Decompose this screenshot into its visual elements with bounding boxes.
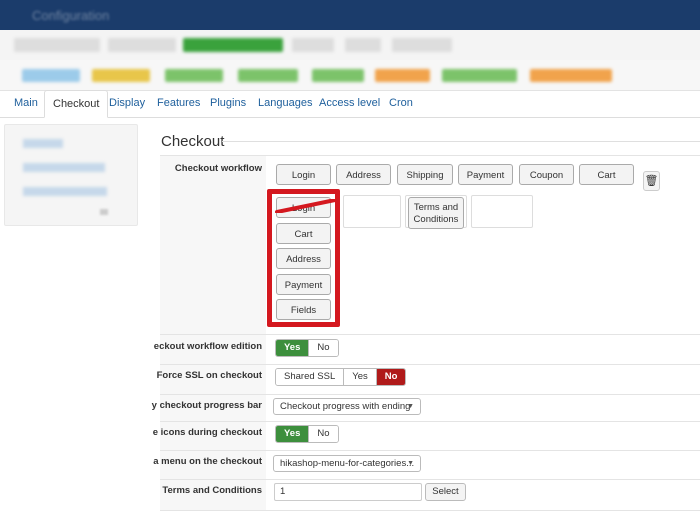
workflow-step-address[interactable]: Address bbox=[336, 164, 391, 185]
sidebar-item[interactable] bbox=[23, 163, 105, 172]
section-title: Checkout bbox=[161, 133, 225, 150]
admin-toolbar bbox=[0, 30, 700, 61]
label-checkout-workflow: Checkout workflow bbox=[174, 163, 262, 174]
quick-nav bbox=[0, 60, 700, 91]
force-ssl-yes[interactable]: Yes bbox=[343, 369, 376, 385]
terms-input[interactable]: 1 bbox=[274, 483, 422, 501]
quick-nav-item[interactable] bbox=[165, 69, 223, 82]
tab-access-level[interactable]: Access level bbox=[319, 90, 380, 116]
config-tabs: Main Checkout Display Features Plugins L… bbox=[0, 90, 700, 118]
label-menu: a menu on the checkout bbox=[153, 456, 262, 467]
workflow-step-login[interactable]: Login bbox=[276, 164, 331, 185]
icons-no[interactable]: No bbox=[308, 426, 338, 442]
strike-annotation bbox=[275, 199, 337, 213]
tab-plugins[interactable]: Plugins bbox=[210, 90, 246, 116]
row-progress-bar: y checkout progress bar bbox=[152, 395, 700, 422]
sidebar-item[interactable] bbox=[23, 187, 107, 196]
label-progress-bar: y checkout progress bar bbox=[151, 400, 262, 411]
workflow-step-coupon[interactable]: Coupon bbox=[519, 164, 574, 185]
chevron-down-icon: ▼ bbox=[407, 403, 414, 410]
workflow-step-dropzone[interactable] bbox=[471, 195, 533, 228]
tab-features[interactable]: Features bbox=[157, 90, 200, 116]
label-force-ssl: Force SSL on checkout bbox=[156, 370, 262, 381]
row-icons: e icons during checkout bbox=[153, 422, 700, 451]
row-force-ssl: Force SSL on checkout bbox=[156, 365, 700, 395]
terms-select-button[interactable]: Select bbox=[425, 483, 466, 501]
sidebar bbox=[4, 124, 138, 226]
row-workflow-edition: eckout workflow edition bbox=[154, 335, 700, 365]
toolbar-button[interactable] bbox=[392, 38, 452, 52]
tab-checkout[interactable]: Checkout bbox=[44, 90, 109, 118]
toolbar-button[interactable] bbox=[108, 38, 176, 52]
workflow-edition-no[interactable]: No bbox=[308, 340, 338, 356]
progress-bar-select-value: Checkout progress with ending bbox=[280, 401, 411, 412]
quick-nav-item[interactable] bbox=[22, 69, 80, 82]
quick-nav-item[interactable] bbox=[442, 69, 517, 82]
icons-yes[interactable]: Yes bbox=[276, 426, 309, 442]
workflow-step-dropzone[interactable] bbox=[343, 195, 401, 228]
row-menu: a menu on the checkout bbox=[153, 451, 700, 480]
label-workflow-edition: eckout workflow edition bbox=[153, 341, 262, 352]
tab-languages[interactable]: Languages bbox=[258, 90, 312, 116]
sidebar-item[interactable] bbox=[23, 139, 63, 148]
workflow-block-terms[interactable]: Terms and Conditions bbox=[408, 197, 464, 229]
force-ssl-shared[interactable]: Shared SSL bbox=[276, 369, 344, 385]
toolbar-button[interactable] bbox=[14, 38, 100, 52]
force-ssl-toggle: Shared SSL Yes No bbox=[275, 368, 407, 386]
workflow-step-shipping[interactable]: Shipping bbox=[397, 164, 453, 185]
sidebar-scroll-handle[interactable] bbox=[100, 209, 108, 215]
header-title: Configuration bbox=[32, 8, 110, 23]
quick-nav-item[interactable] bbox=[312, 69, 364, 82]
quick-nav-item[interactable] bbox=[92, 69, 150, 82]
section-divider bbox=[222, 141, 700, 142]
tab-display[interactable]: Display bbox=[109, 90, 145, 116]
quick-nav-item[interactable] bbox=[375, 69, 430, 82]
admin-header-bar: Configuration bbox=[0, 0, 700, 30]
menu-select-value: hikashop-menu-for-categories... bbox=[280, 458, 415, 469]
label-terms: Terms and Conditions bbox=[162, 485, 262, 496]
tab-main[interactable]: Main bbox=[14, 90, 38, 116]
toolbar-button[interactable] bbox=[345, 38, 381, 52]
label-icons: e icons during checkout bbox=[152, 427, 262, 438]
workflow-step-payment[interactable]: Payment bbox=[458, 164, 513, 185]
workflow-edition-toggle: Yes No bbox=[275, 339, 339, 357]
tab-cron[interactable]: Cron bbox=[389, 90, 413, 116]
force-ssl-no[interactable]: No bbox=[375, 369, 406, 385]
toolbar-button[interactable] bbox=[292, 38, 334, 52]
workflow-edition-yes[interactable]: Yes bbox=[276, 340, 309, 356]
toolbar-save-button[interactable] bbox=[183, 38, 283, 52]
workflow-step-cart[interactable]: Cart bbox=[579, 164, 634, 185]
menu-select[interactable]: hikashop-menu-for-categories... ▼ bbox=[273, 455, 421, 472]
progress-bar-select[interactable]: Checkout progress with ending ▼ bbox=[273, 398, 421, 415]
quick-nav-item[interactable] bbox=[530, 69, 612, 82]
chevron-down-icon: ▼ bbox=[407, 460, 414, 467]
quick-nav-item[interactable] bbox=[238, 69, 298, 82]
trash-icon[interactable]: 🗑 bbox=[643, 171, 660, 191]
icons-toggle: Yes No bbox=[275, 425, 339, 443]
